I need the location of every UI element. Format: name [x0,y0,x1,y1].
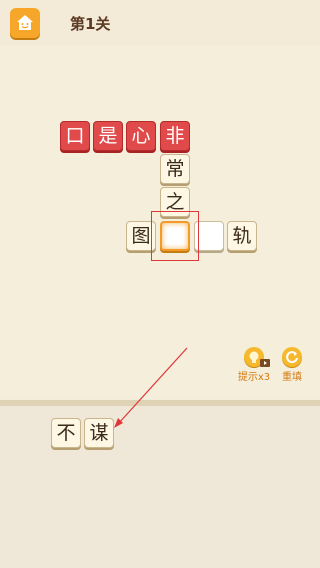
annotation-arrow [114,347,188,428]
